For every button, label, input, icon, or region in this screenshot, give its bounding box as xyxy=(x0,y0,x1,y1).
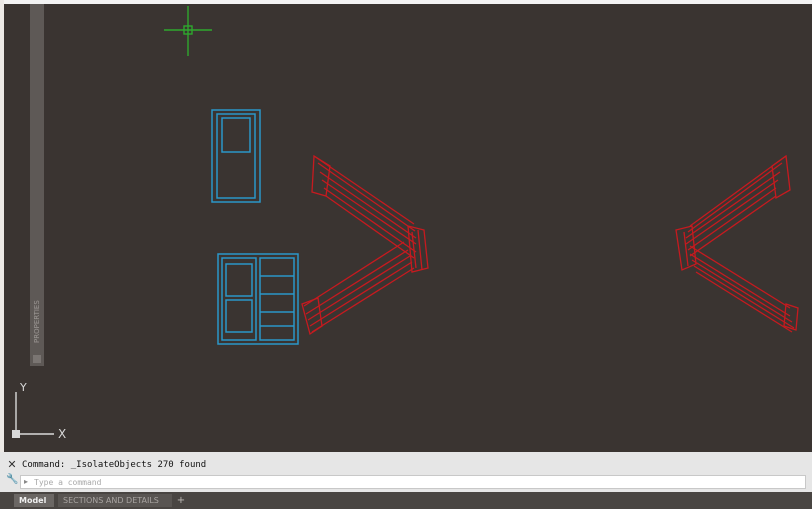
ucs-icon: Y X xyxy=(12,381,66,441)
close-icon[interactable]: ✕ xyxy=(6,459,18,471)
tab-sections-and-details[interactable]: SECTIONS AND DETAILS xyxy=(58,494,172,507)
wrench-icon[interactable]: 🔧 xyxy=(6,474,18,486)
ucs-y-label: Y xyxy=(19,381,27,394)
stair-left[interactable] xyxy=(301,154,429,336)
crosshair-cursor xyxy=(164,6,212,56)
cabinet-elevation[interactable] xyxy=(217,253,299,345)
stair-right[interactable] xyxy=(675,154,799,333)
command-input[interactable] xyxy=(34,475,234,489)
prompt-chevron-icon[interactable]: ▸ xyxy=(24,476,28,488)
drawing-objects xyxy=(164,6,799,345)
add-layout-button[interactable]: + xyxy=(174,494,188,507)
tab-model[interactable]: Model xyxy=(14,494,54,507)
autocad-window: PROPERTIES Y X ✕ 🔧 Command: _IsolateObje… xyxy=(0,0,812,509)
command-history: Command: _IsolateObjects 270 found xyxy=(22,460,207,470)
door-elevation[interactable] xyxy=(211,109,261,203)
ucs-x-label: X xyxy=(58,427,66,441)
